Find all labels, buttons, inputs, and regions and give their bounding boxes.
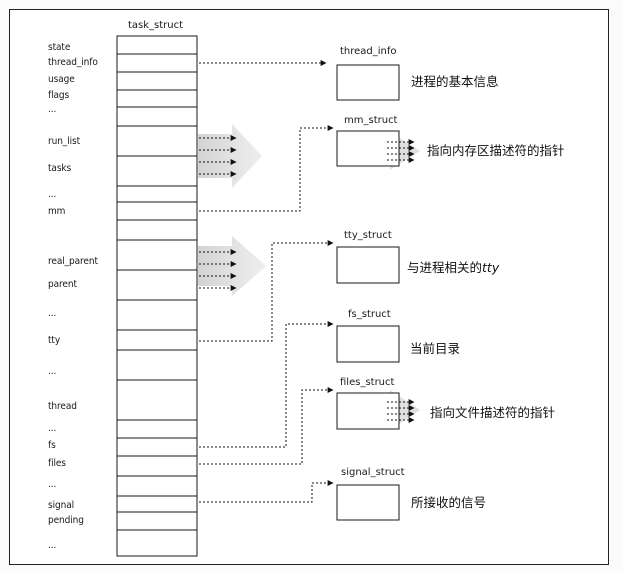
field-thread-info: thread_info — [48, 57, 98, 68]
field-thread: thread — [48, 401, 77, 412]
field-mm: mm — [48, 206, 66, 217]
field-usage: usage — [48, 74, 75, 85]
fs-pointer — [199, 321, 334, 448]
field-fs: fs — [48, 440, 56, 451]
field-files: files — [48, 458, 66, 469]
field-tasks: tasks — [48, 163, 72, 174]
field-real-parent: real_parent — [48, 256, 98, 267]
field-ellipsis-2: ... — [48, 189, 57, 200]
signal-struct-label: signal_struct — [341, 467, 405, 478]
thread-info-label: thread_info — [340, 46, 397, 57]
field-parent: parent — [48, 279, 77, 290]
task-struct-box — [116, 35, 198, 557]
signal-struct-box — [336, 484, 400, 521]
mm-struct-box — [336, 130, 400, 167]
field-run-list: run_list — [48, 136, 81, 147]
mm-struct-label: mm_struct — [344, 115, 398, 126]
task-struct-diagram — [116, 35, 420, 557]
fs-struct-box — [336, 325, 400, 363]
thread-info-box — [336, 64, 400, 101]
field-ellipsis-4: ... — [48, 366, 57, 377]
tty-struct-desc: 与进程相关的tty — [407, 260, 499, 275]
tty-struct-box — [336, 246, 400, 284]
signal-struct-desc: 所接收的信号 — [411, 495, 487, 510]
thread-info-desc: 进程的基本信息 — [411, 74, 499, 89]
field-ellipsis-1: ... — [48, 104, 57, 115]
tty-struct-label: tty_struct — [344, 230, 392, 241]
signal-pointer — [199, 480, 334, 503]
struct-boxes — [336, 64, 400, 521]
field-pending: pending — [48, 515, 84, 526]
field-tty: tty — [48, 335, 61, 346]
fs-struct-desc: 当前目录 — [410, 341, 461, 356]
field-flags: flags — [48, 90, 70, 101]
mm-struct-desc: 指向内存区描述符的指针 — [427, 143, 565, 158]
task-struct-title: task_struct — [128, 20, 184, 31]
field-ellipsis-7: ... — [48, 540, 57, 551]
field-signal: signal — [48, 500, 75, 511]
files-pointer — [199, 387, 334, 465]
files-struct-box — [336, 392, 400, 430]
run-list-big-arrow — [198, 124, 262, 188]
field-state: state — [48, 42, 71, 53]
field-ellipsis-3: ... — [48, 308, 57, 319]
files-struct-desc: 指向文件描述符的指针 — [430, 405, 556, 420]
field-ellipsis-6: ... — [48, 479, 57, 490]
tty-desc-italic: tty — [482, 260, 500, 275]
field-ellipsis-5: ... — [48, 423, 57, 434]
tty-desc-prefix: 与进程相关的 — [407, 260, 483, 275]
parent-big-arrow — [198, 236, 266, 296]
files-struct-label: files_struct — [340, 377, 395, 388]
fs-struct-label: fs_struct — [348, 309, 391, 320]
